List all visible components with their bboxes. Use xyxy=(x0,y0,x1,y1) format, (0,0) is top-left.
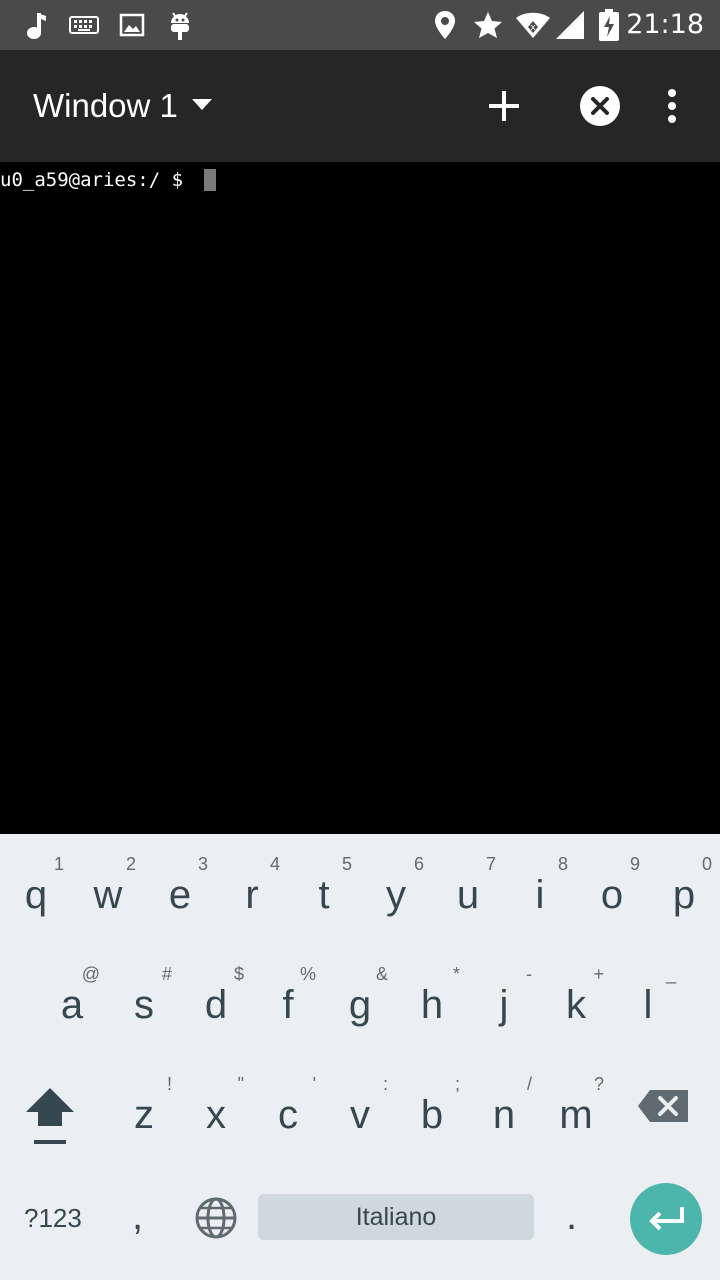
new-window-button[interactable] xyxy=(478,80,530,132)
key-w[interactable]: 2w xyxy=(72,840,144,948)
key-c[interactable]: ' c xyxy=(252,1060,324,1168)
battery-charging-icon xyxy=(596,8,622,42)
soft-keyboard: 1q2w3e4r5t6y7u8i9o0p @ a # s $ d% f & g * h - j + k _ l … xyxy=(0,834,720,1280)
symbols-key[interactable]: ?123 xyxy=(24,1200,82,1236)
keyboard-icon xyxy=(68,8,100,42)
backspace-icon xyxy=(638,1090,688,1122)
backspace-key[interactable] xyxy=(636,1086,706,1136)
key-label: v xyxy=(350,1093,370,1137)
key-h[interactable]: * h xyxy=(396,950,468,1058)
key-label: u xyxy=(456,873,480,917)
status-time: 21:18 xyxy=(626,9,704,40)
shell-prompt: u0_a59@aries:/ $ xyxy=(0,169,184,191)
key-m[interactable]: ? m xyxy=(540,1060,612,1168)
android-icon xyxy=(166,8,194,42)
shift-key[interactable] xyxy=(18,1080,82,1160)
key-e[interactable]: 3e xyxy=(144,840,216,948)
key-label: s xyxy=(134,983,154,1027)
period-key[interactable]: . xyxy=(566,1192,577,1240)
key-z[interactable]: ! z xyxy=(108,1060,180,1168)
music-note-icon xyxy=(22,8,50,42)
key-label: c xyxy=(278,1093,298,1137)
key-o[interactable]: 9o xyxy=(576,840,648,948)
key-label: x xyxy=(206,1093,226,1137)
key-g[interactable]: & g xyxy=(324,950,396,1058)
key-label: z xyxy=(134,1093,154,1137)
comma-key[interactable]: , xyxy=(132,1192,143,1240)
key-label: l xyxy=(643,983,653,1027)
key-label: b xyxy=(420,1093,444,1137)
app-bar: Window 1 xyxy=(0,50,720,162)
key-f[interactable]: % f xyxy=(252,950,324,1058)
image-icon xyxy=(118,8,146,42)
language-key[interactable] xyxy=(194,1196,238,1240)
key-label: i xyxy=(535,873,545,917)
key-u[interactable]: 7u xyxy=(432,840,504,948)
dropdown-arrow-icon[interactable] xyxy=(192,99,212,110)
key-label: j xyxy=(499,983,509,1027)
key-label: k xyxy=(566,983,586,1027)
key-b[interactable]: ; b xyxy=(396,1060,468,1168)
more-vert-icon xyxy=(668,89,676,123)
key-label: e xyxy=(168,873,192,917)
key-l[interactable]: _ l xyxy=(612,950,684,1058)
key-label: n xyxy=(492,1093,516,1137)
key-y[interactable]: 6y xyxy=(360,840,432,948)
key-r[interactable]: 4r xyxy=(216,840,288,948)
enter-key[interactable] xyxy=(630,1183,702,1255)
key-t[interactable]: 5t xyxy=(288,840,360,948)
key-s[interactable]: # s xyxy=(108,950,180,1058)
status-bar: x 21:18 xyxy=(0,0,720,50)
key-q[interactable]: 1q xyxy=(0,840,72,948)
key-k[interactable]: + k xyxy=(540,950,612,1058)
key-label: f xyxy=(282,983,294,1027)
key-n[interactable]: / n xyxy=(468,1060,540,1168)
svg-text:x: x xyxy=(530,23,536,33)
shift-arrow-icon xyxy=(26,1088,74,1144)
key-j[interactable]: -j xyxy=(468,950,540,1058)
key-i[interactable]: 8i xyxy=(504,840,576,948)
key-a[interactable]: @ a xyxy=(36,950,108,1058)
location-icon xyxy=(432,8,458,42)
space-key[interactable]: Italiano xyxy=(258,1194,534,1240)
key-label: m xyxy=(559,1093,593,1137)
key-label: a xyxy=(60,983,84,1027)
key-label: y xyxy=(386,873,406,917)
key-label: d xyxy=(204,983,228,1027)
star-icon xyxy=(472,8,504,42)
key-v[interactable]: :v xyxy=(324,1060,396,1168)
key-label: g xyxy=(348,983,372,1027)
globe-icon xyxy=(195,1197,237,1239)
close-window-button[interactable] xyxy=(574,80,626,132)
overflow-menu-button[interactable] xyxy=(646,80,698,132)
add-icon xyxy=(489,91,519,121)
wifi-icon: x xyxy=(514,8,552,42)
key-p[interactable]: 0p xyxy=(648,840,720,948)
key-label: t xyxy=(318,873,330,917)
window-selector[interactable]: Window 1 xyxy=(33,84,178,128)
signal-icon xyxy=(554,8,586,42)
key-x[interactable]: " x xyxy=(180,1060,252,1168)
key-label: h xyxy=(420,983,444,1027)
close-circle-icon xyxy=(580,86,620,126)
key-label: r xyxy=(245,873,259,917)
key-label: w xyxy=(93,873,123,917)
key-label: o xyxy=(600,873,624,917)
terminal-cursor xyxy=(204,169,216,191)
key-label: q xyxy=(24,873,48,917)
key-d[interactable]: $ d xyxy=(180,950,252,1058)
terminal-view[interactable]: u0_a59@aries:/ $ xyxy=(0,162,720,834)
enter-arrow-icon xyxy=(649,1207,684,1231)
key-label: p xyxy=(672,873,696,917)
